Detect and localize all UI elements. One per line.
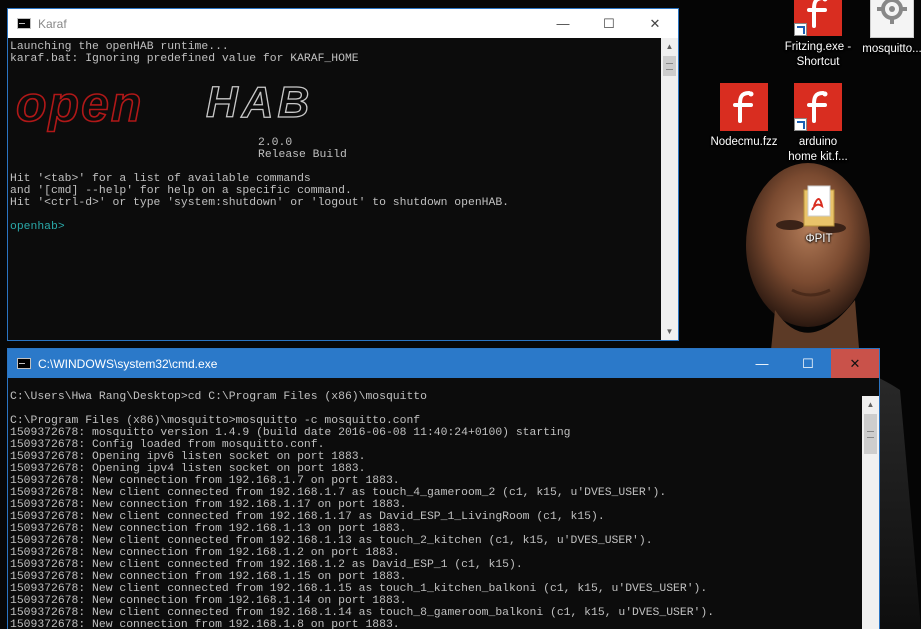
desktop-icon-label: Nodecmu.fzz bbox=[710, 136, 778, 148]
console-line: and '[cmd] --help' for help on a specifi… bbox=[10, 185, 352, 197]
scroll-up-arrow-icon[interactable]: ▲ bbox=[862, 396, 879, 413]
console-app-icon bbox=[17, 358, 31, 369]
fritzing-icon bbox=[720, 83, 768, 131]
karaf-scrollbar[interactable]: ▲ ▼ bbox=[661, 38, 678, 340]
scroll-thumb[interactable] bbox=[663, 56, 676, 76]
console-line: 1509372678: New client connected from 19… bbox=[10, 607, 715, 619]
openhab-build: Release Build bbox=[258, 149, 347, 161]
close-button[interactable]: ✕ bbox=[831, 349, 879, 378]
console-line: 1509372678: New client connected from 19… bbox=[10, 535, 653, 547]
karaf-console-output[interactable]: Launching the openHAB runtime... karaf.ba… bbox=[8, 38, 661, 340]
console-line: 1509372678: Opening ipv4 listen socket o… bbox=[10, 463, 366, 475]
gear-icon bbox=[870, 0, 914, 38]
desktop-icon-arduino-home-kit[interactable]: arduino home kit.f... bbox=[779, 83, 857, 165]
maximize-button[interactable]: ☐ bbox=[785, 349, 831, 378]
console-line: 1509372678: Opening ipv6 listen socket o… bbox=[10, 451, 366, 463]
console-line: 1509372678: New client connected from 19… bbox=[10, 511, 605, 523]
minimize-button[interactable]: — bbox=[739, 349, 785, 378]
console-line: 1509372678: New client connected from 19… bbox=[10, 583, 708, 595]
minimize-button[interactable]: — bbox=[540, 9, 586, 38]
console-line: 1509372678: New connection from 192.168.… bbox=[10, 619, 400, 629]
console-line: Launching the openHAB runtime... bbox=[10, 41, 229, 53]
console-line: C:\Program Files (x86)\mosquitto>mosquit… bbox=[10, 415, 421, 427]
fritzing-icon bbox=[794, 83, 842, 131]
console-line: C:\Users\Hwa Rang\Desktop>cd C:\Program … bbox=[10, 391, 427, 403]
console-line: 1509372678: Config loaded from mosquitto… bbox=[10, 439, 325, 451]
fritzing-icon bbox=[794, 0, 842, 36]
karaf-titlebar[interactable]: Karaf — ☐ ✕ bbox=[8, 9, 678, 38]
karaf-window[interactable]: Karaf — ☐ ✕ Launching the openHAB runtim… bbox=[7, 8, 679, 341]
console-line: 1509372678: New connection from 192.168.… bbox=[10, 523, 407, 535]
console-line: 1509372678: New connection from 192.168.… bbox=[10, 595, 407, 607]
desktop-icon-label: home kit.f... bbox=[788, 151, 848, 163]
cmd-console-output[interactable]: C:\Users\Hwa Rang\Desktop>cd C:\Program … bbox=[8, 378, 862, 629]
cmd-scrollbar[interactable]: ▲ bbox=[862, 396, 879, 629]
console-app-icon bbox=[17, 18, 31, 29]
console-line: 1509372678: New client connected from 19… bbox=[10, 487, 667, 499]
console-line: 1509372678: New client connected from 19… bbox=[10, 559, 523, 571]
window-title: C:\WINDOWS\system32\cmd.exe bbox=[38, 356, 218, 371]
openhab-version: 2.0.0 bbox=[258, 137, 293, 149]
console-line: 1509372678: New connection from 192.168.… bbox=[10, 547, 400, 559]
console-line: Hit '<tab>' for a list of available comm… bbox=[10, 173, 311, 185]
console-line: 1509372678: New connection from 192.168.… bbox=[10, 571, 407, 583]
console-line: Hit '<ctrl-d>' or type 'system:shutdown'… bbox=[10, 197, 509, 209]
desktop-icon-frit-pdf[interactable]: ΦΡΙΤ bbox=[780, 184, 858, 247]
desktop-icon-label: mosquitto... bbox=[862, 43, 921, 55]
shortcut-arrow-icon bbox=[794, 118, 807, 131]
cmd-titlebar[interactable]: C:\WINDOWS\system32\cmd.exe — ☐ ✕ bbox=[8, 349, 879, 378]
scroll-thumb[interactable] bbox=[864, 414, 877, 454]
close-button[interactable]: ✕ bbox=[632, 9, 678, 38]
svg-text:open: open bbox=[16, 76, 143, 132]
console-line: 1509372678: New connection from 192.168.… bbox=[10, 499, 407, 511]
scroll-up-arrow-icon[interactable]: ▲ bbox=[661, 38, 678, 55]
scroll-down-arrow-icon[interactable]: ▼ bbox=[661, 323, 678, 340]
desktop-icon-nodecmu[interactable]: Nodecmu.fzz bbox=[705, 83, 783, 150]
desktop-icon-label: Fritzing.exe - bbox=[784, 41, 852, 53]
openhab-ascii-logo: open HAB bbox=[10, 65, 661, 137]
shortcut-arrow-icon bbox=[794, 23, 807, 36]
desktop-icon-fritzing-shortcut[interactable]: Fritzing.exe - Shortcut bbox=[779, 0, 857, 70]
cmd-window[interactable]: C:\WINDOWS\system32\cmd.exe — ☐ ✕ C:\Use… bbox=[7, 348, 880, 629]
desktop-icon-label: arduino bbox=[798, 136, 838, 148]
console-line: 1509372678: New connection from 192.168.… bbox=[10, 475, 400, 487]
openhab-prompt[interactable]: openhab> bbox=[10, 221, 661, 233]
console-line: 1509372678: mosquitto version 1.4.9 (bui… bbox=[10, 427, 571, 439]
window-title: Karaf bbox=[38, 16, 67, 31]
console-line: karaf.bat: Ignoring predefined value for… bbox=[10, 53, 359, 65]
desktop-icon-mosquitto[interactable]: mosquitto... bbox=[853, 0, 921, 57]
desktop-icon-label: ΦΡΙΤ bbox=[805, 233, 833, 245]
desktop-icon-label: Shortcut bbox=[796, 56, 840, 68]
maximize-button[interactable]: ☐ bbox=[586, 9, 632, 38]
svg-text:HAB: HAB bbox=[206, 78, 313, 127]
pdf-folder-icon bbox=[802, 184, 836, 228]
